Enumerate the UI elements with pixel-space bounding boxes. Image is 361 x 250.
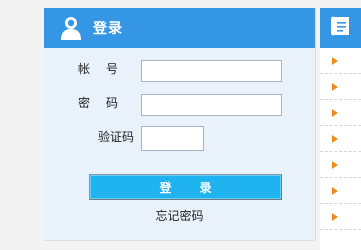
login-panel: 登录 帐号 密码 验证码 登录 忘记密码 xyxy=(44,8,316,240)
password-row: 密码 xyxy=(44,94,134,111)
arrow-icon xyxy=(332,186,338,195)
right-list-panel xyxy=(320,8,361,250)
arrow-icon xyxy=(332,212,338,221)
arrow-icon xyxy=(332,134,338,143)
user-icon xyxy=(57,14,85,42)
captcha-label: 验证码 xyxy=(97,130,134,144)
list-item[interactable] xyxy=(320,178,361,204)
password-input[interactable] xyxy=(141,94,282,116)
arrow-icon xyxy=(332,108,338,117)
list-item[interactable] xyxy=(320,48,361,74)
login-title: 登录 xyxy=(93,21,123,37)
account-input[interactable] xyxy=(141,60,282,82)
login-submit-button[interactable]: 登录 xyxy=(89,174,282,200)
arrow-icon xyxy=(332,160,338,169)
arrow-icon xyxy=(332,82,338,91)
panel-bottom-divider xyxy=(44,240,315,241)
list-item[interactable] xyxy=(320,152,361,178)
list-item[interactable] xyxy=(320,100,361,126)
right-panel-header xyxy=(320,8,361,48)
login-header: 登录 xyxy=(44,8,315,48)
captcha-input[interactable] xyxy=(141,126,204,151)
captcha-row: 验证码 xyxy=(44,128,134,145)
account-row: 帐号 xyxy=(44,60,134,77)
account-label: 帐号 xyxy=(77,62,134,76)
arrow-icon xyxy=(332,56,338,65)
password-label: 密码 xyxy=(77,96,134,110)
forgot-password-link[interactable]: 忘记密码 xyxy=(44,207,315,224)
document-icon xyxy=(330,14,352,42)
list-item[interactable] xyxy=(320,126,361,152)
list-item[interactable] xyxy=(320,74,361,100)
list-item[interactable] xyxy=(320,204,361,230)
